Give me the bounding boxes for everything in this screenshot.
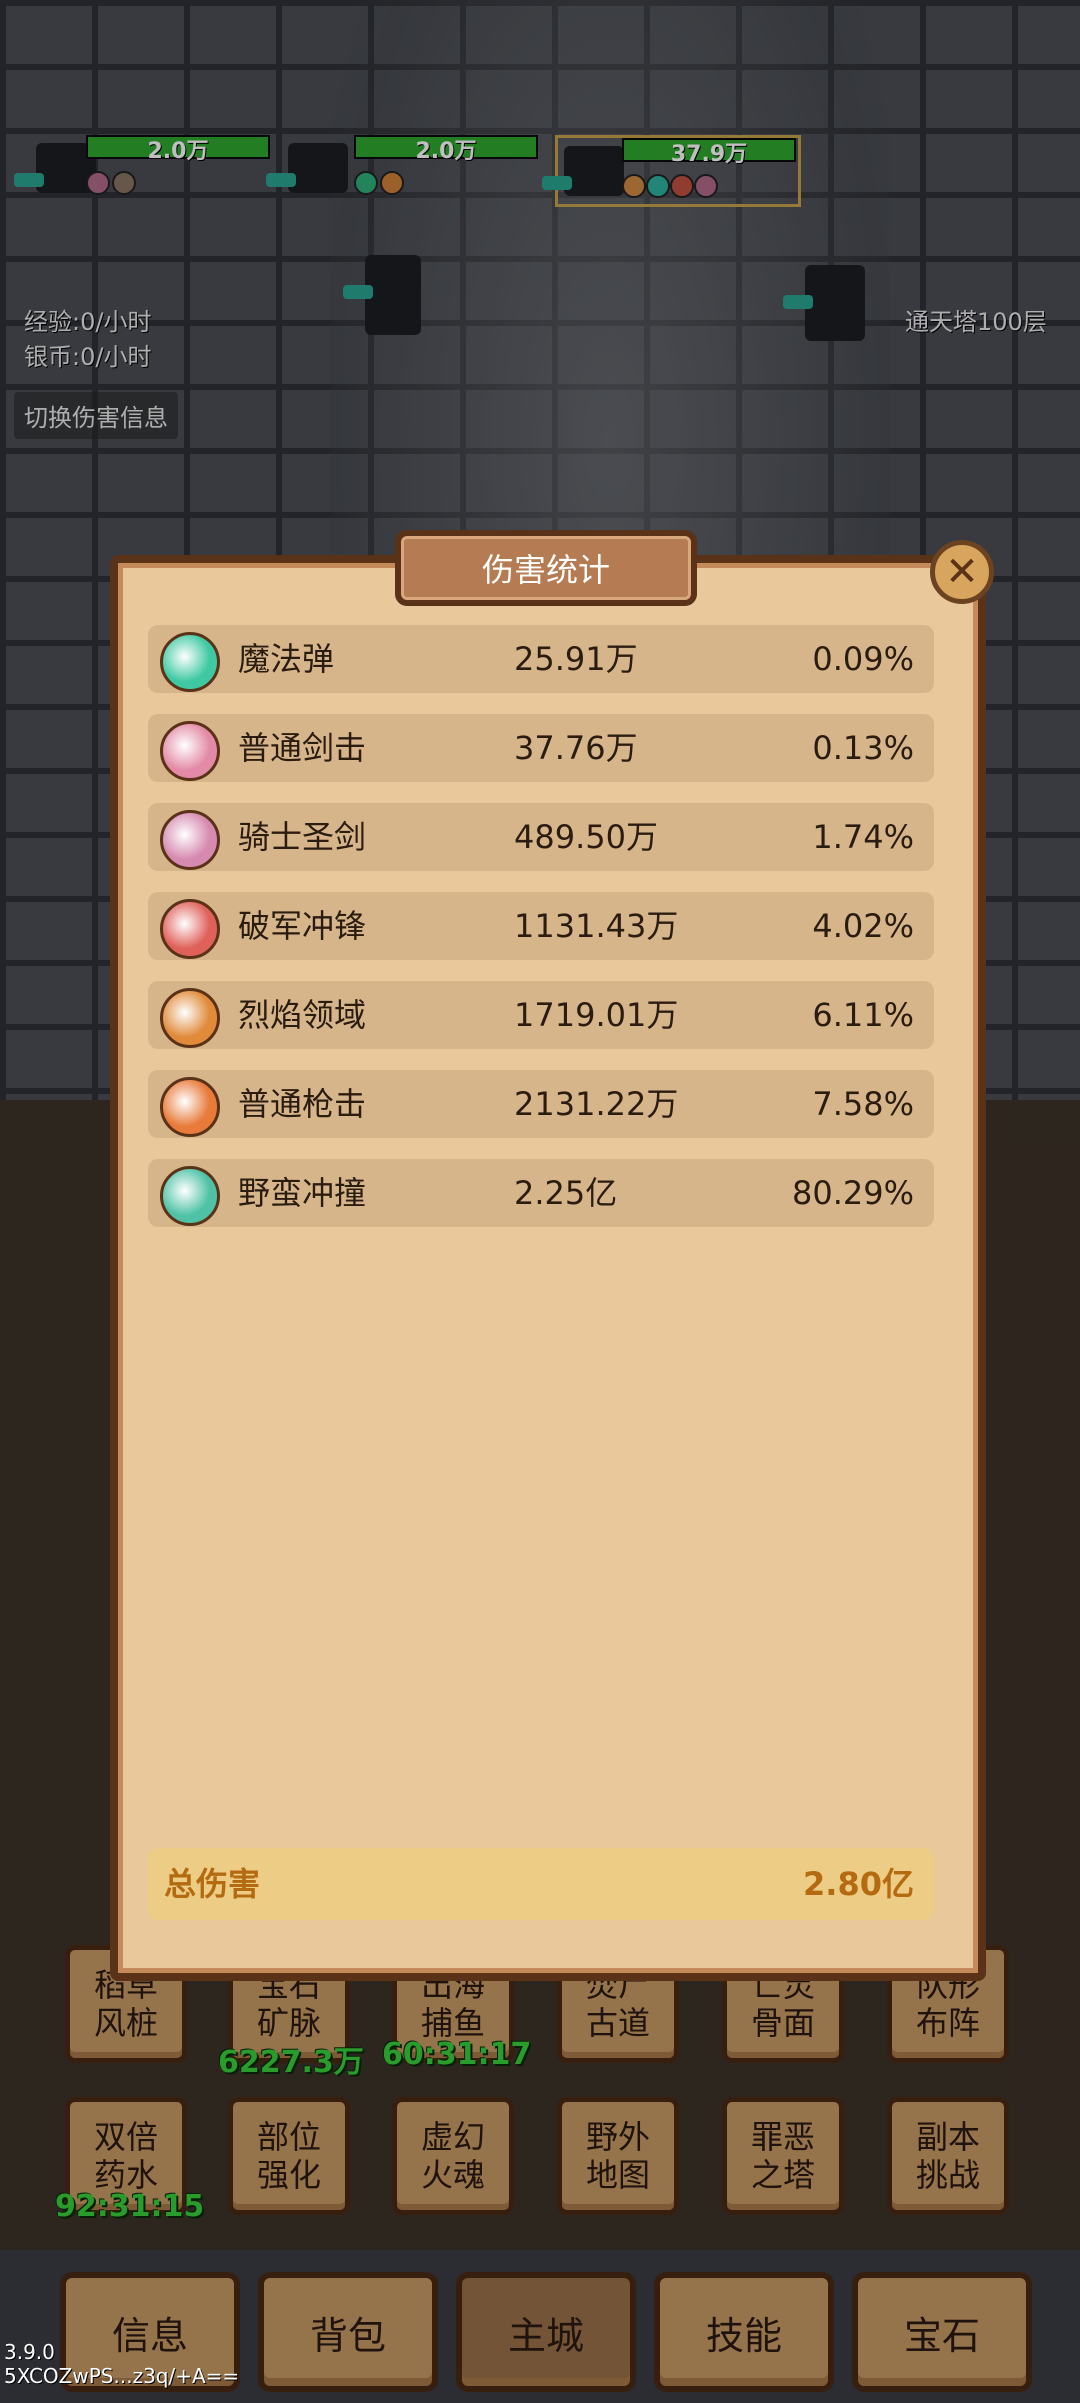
skill-icon xyxy=(160,1077,220,1137)
skill-name: 普通枪击 xyxy=(238,1085,367,1123)
skill-icon xyxy=(160,721,220,781)
total-damage-label: 总伤害 xyxy=(164,1865,261,1903)
skill-percent: 6.11% xyxy=(812,996,914,1034)
device-id-text: 5XCOZwPS...z3q/+A== xyxy=(4,2364,240,2388)
skill-name: 烈焰领域 xyxy=(238,996,367,1034)
damage-row: 骑士圣剑 489.50万 1.74% xyxy=(148,803,934,871)
skill-percent: 1.74% xyxy=(812,818,914,856)
skill-damage: 37.76万 xyxy=(514,729,638,767)
skill-icon xyxy=(160,899,220,959)
skill-name: 普通剑击 xyxy=(238,729,367,767)
skill-damage: 489.50万 xyxy=(514,818,658,856)
version-text: 3.9.0 xyxy=(4,2340,55,2364)
skill-percent: 80.29% xyxy=(791,1174,914,1212)
skill-damage: 2131.22万 xyxy=(514,1085,679,1123)
skill-damage: 25.91万 xyxy=(514,640,638,678)
skill-percent: 0.13% xyxy=(812,729,914,767)
skill-damage: 1131.43万 xyxy=(514,907,679,945)
damage-row: 破军冲锋 1131.43万 4.02% xyxy=(148,892,934,960)
skill-damage: 1719.01万 xyxy=(514,996,679,1034)
skill-damage: 2.25亿 xyxy=(514,1174,618,1212)
skill-icon xyxy=(160,1166,220,1226)
modal-title: 伤害统计 xyxy=(395,530,697,606)
skill-name: 野蛮冲撞 xyxy=(238,1174,367,1212)
skill-icon xyxy=(160,988,220,1048)
skill-icon xyxy=(160,810,220,870)
close-icon: ✕ xyxy=(945,549,979,595)
damage-row: 普通剑击 37.76万 0.13% xyxy=(148,714,934,782)
skill-percent: 7.58% xyxy=(812,1085,914,1123)
total-damage-value: 2.80亿 xyxy=(803,1865,914,1903)
skill-name: 破军冲锋 xyxy=(238,907,367,945)
close-button[interactable]: ✕ xyxy=(930,540,994,604)
skill-name: 魔法弹 xyxy=(238,640,335,678)
skill-percent: 4.02% xyxy=(812,907,914,945)
skill-name: 骑士圣剑 xyxy=(238,818,367,856)
version-info: 3.9.0 5XCOZwPS...z3q/+A== xyxy=(4,2340,239,2388)
damage-row: 魔法弹 25.91万 0.09% xyxy=(148,625,934,693)
damage-row: 普通枪击 2131.22万 7.58% xyxy=(148,1070,934,1138)
damage-row: 野蛮冲撞 2.25亿 80.29% xyxy=(148,1159,934,1227)
total-damage-row: 总伤害 2.80亿 xyxy=(148,1848,934,1920)
skill-icon xyxy=(160,632,220,692)
damage-row: 烈焰领域 1719.01万 6.11% xyxy=(148,981,934,1049)
skill-percent: 0.09% xyxy=(812,640,914,678)
